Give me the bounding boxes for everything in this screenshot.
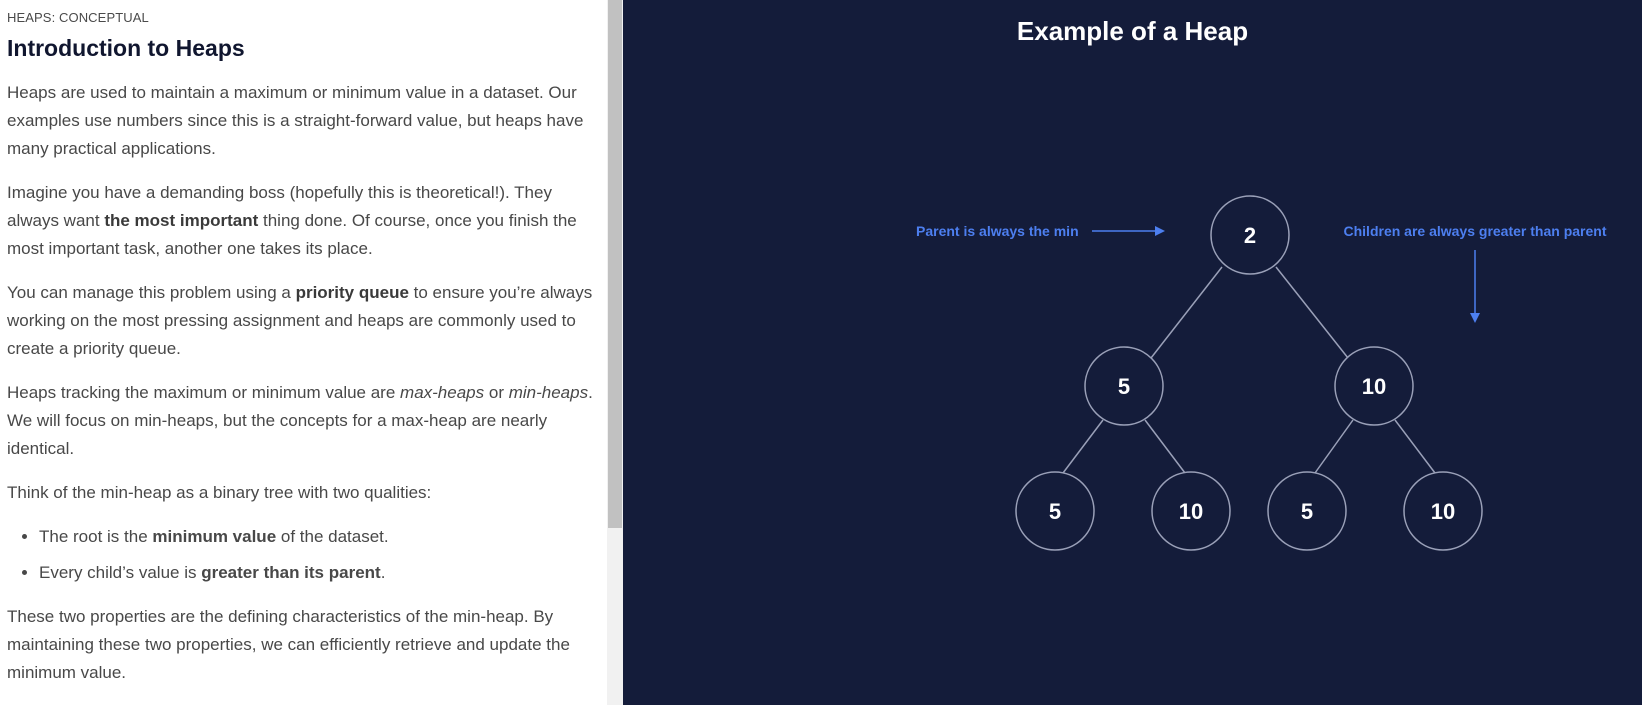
lesson-panel: HEAPS: CONCEPTUAL Introduction to Heaps … — [0, 0, 607, 705]
heap-node-right-left: 5 — [1267, 471, 1347, 551]
italic-text: max-heaps — [400, 383, 485, 402]
tree-edge — [1314, 419, 1354, 474]
node-value: 5 — [1049, 499, 1061, 524]
text-segment: The root is the — [39, 527, 153, 546]
heap-node-left-left: 5 — [1015, 471, 1095, 551]
tree-edge — [1144, 419, 1186, 474]
lesson-paragraph-6: These two properties are the defining ch… — [7, 607, 570, 682]
text-segment: Heaps tracking the maximum or minimum va… — [7, 383, 401, 402]
annotation-parent-min: Parent is always the min — [916, 223, 1079, 239]
node-value: 5 — [1118, 374, 1130, 399]
node-value: 10 — [1431, 499, 1455, 524]
text-segment: Every child’s value is — [39, 563, 202, 582]
text-segment: You can manage this problem using a — [7, 283, 296, 302]
text-segment: . — [380, 563, 386, 582]
qualities-list: The root is the minimum value of the dat… — [7, 523, 600, 587]
lesson-paragraph-2: Imagine you have a demanding boss (hopef… — [7, 179, 600, 263]
bold-text: priority queue — [295, 283, 409, 302]
lesson-paragraph-3: You can manage this problem using a prio… — [7, 279, 600, 363]
lesson-paragraph-4: Heaps tracking the maximum or minimum va… — [7, 379, 600, 463]
heap-node-right-right: 10 — [1403, 471, 1483, 551]
diagram-panel: Example of a Heap 2 5 10 5 10 5 10 Paren… — [623, 0, 1642, 705]
node-value: 10 — [1362, 374, 1386, 399]
text-segment: of the dataset. — [276, 527, 389, 546]
node-value: 5 — [1301, 499, 1313, 524]
bold-text: minimum value — [152, 527, 277, 546]
tree-edge — [1394, 419, 1436, 474]
heap-node-right: 10 — [1334, 346, 1414, 426]
heap-node-root: 2 — [1210, 195, 1290, 275]
node-value: 10 — [1179, 499, 1203, 524]
tree-edge — [1275, 266, 1349, 359]
lesson-paragraph-5: Think of the min-heap as a binary tree w… — [7, 483, 432, 502]
text-segment: or — [484, 383, 509, 402]
bold-text: the most important — [104, 211, 259, 230]
tree-edge — [1062, 419, 1104, 474]
node-value: 2 — [1244, 223, 1256, 248]
bold-text: greater than its parent — [201, 563, 381, 582]
tree-edge — [1150, 266, 1223, 359]
lesson-paragraph-1: Heaps are used to maintain a maximum or … — [7, 83, 584, 158]
scrollbar-thumb[interactable] — [608, 0, 622, 528]
list-item: Every child’s value is greater than its … — [39, 559, 600, 587]
list-item: The root is the minimum value of the dat… — [39, 523, 600, 551]
heap-node-left: 5 — [1084, 346, 1164, 426]
italic-text: min-heaps — [508, 383, 589, 402]
heap-tree-diagram: 2 5 10 5 10 5 10 Parent is always the mi… — [916, 195, 1607, 551]
lesson-eyebrow: HEAPS: CONCEPTUAL — [7, 10, 149, 25]
heap-node-left-right: 10 — [1151, 471, 1231, 551]
lesson-title: Introduction to Heaps — [7, 35, 245, 61]
annotation-children-greater: Children are always greater than parent — [1344, 223, 1607, 239]
